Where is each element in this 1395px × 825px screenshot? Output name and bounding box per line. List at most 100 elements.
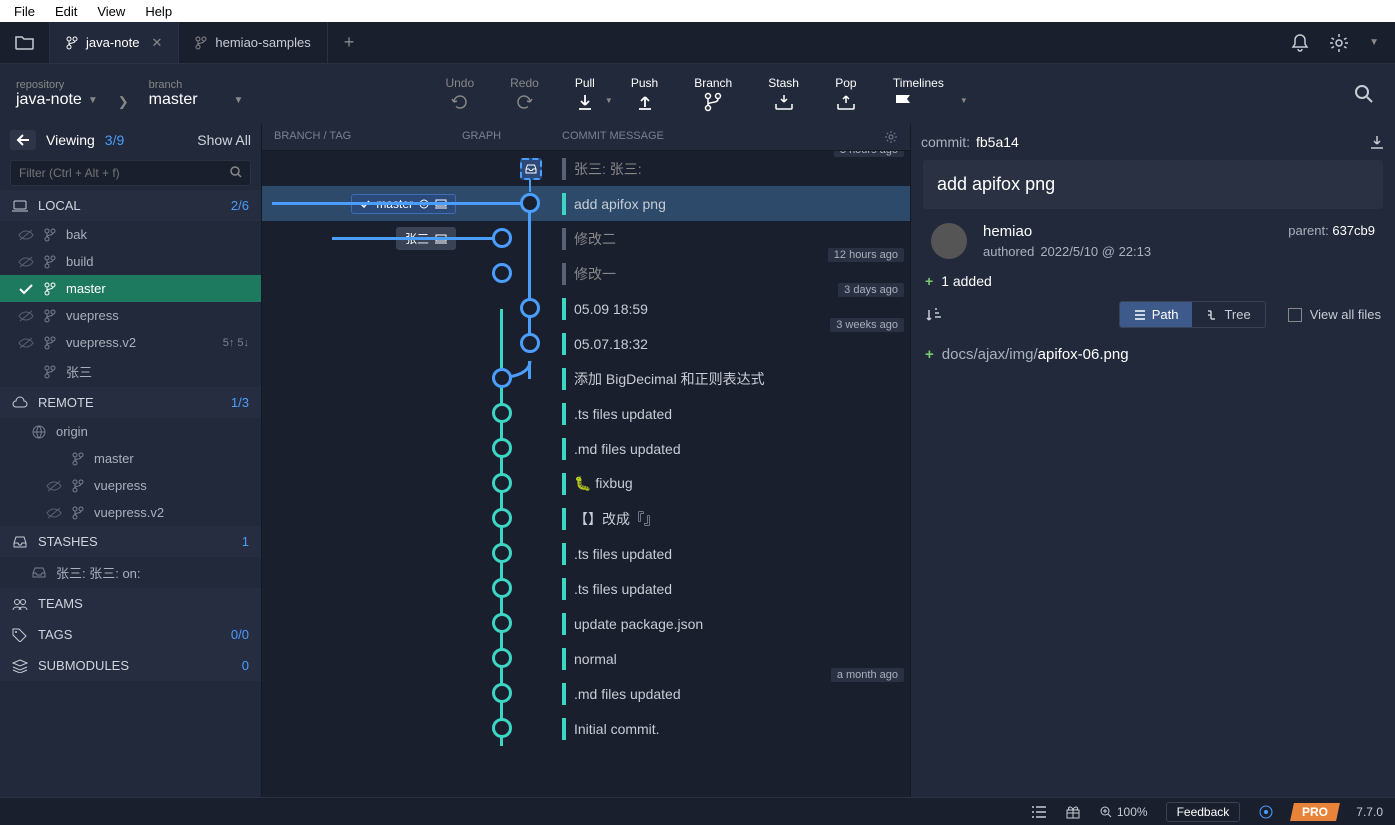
local-branch-item[interactable]: 张三 [0,356,261,387]
toolbar: repository java-note▼ ❯ branch master▼ U… [0,64,1395,124]
settings-button[interactable] [1329,33,1349,53]
sort-button[interactable] [925,307,941,323]
notifications-button[interactable] [1291,33,1309,53]
search-icon [1353,83,1375,105]
commit-message: .ts files updated [574,406,672,422]
chevron-down-icon[interactable]: ▼ [960,96,968,105]
menu-file[interactable]: File [4,2,45,21]
commit-row[interactable]: 05.07.18:32 3 weeks ago [262,326,910,361]
pop-icon [835,92,857,112]
commit-row[interactable]: normal [262,641,910,676]
branch-icon [66,36,78,50]
remote-branch-item[interactable]: vuepress [0,472,261,499]
path-view-button[interactable]: Path [1120,302,1193,327]
remote-branch-item[interactable]: vuepress.v2 [0,499,261,526]
checkbox[interactable] [1288,308,1302,322]
gift-button[interactable] [1065,805,1081,819]
changed-file[interactable]: + docs/ajax/img/apifox-06.png [911,338,1395,371]
branch-icon [72,506,84,520]
commit-row[interactable]: 张三: 张三: 3 hours ago [262,151,910,186]
filter-input[interactable] [10,160,251,186]
branch-icon [44,365,56,379]
local-branch-item[interactable]: build [0,248,261,275]
graph-settings-button[interactable] [884,130,910,144]
stash-item[interactable]: 张三: 张三: on: [0,557,261,588]
branch-button[interactable]: Branch [688,76,738,112]
zoom-level[interactable]: 100% [1099,805,1148,819]
local-branch-item[interactable]: vuepress.v25↑ 5↓ [0,329,261,356]
commit-message: .md files updated [574,441,681,457]
menu-help[interactable]: Help [135,2,182,21]
tree-view-button[interactable]: Tree [1192,302,1264,327]
commit-row[interactable]: .ts files updated [262,571,910,606]
timelines-button[interactable]: Timelines ▼ [887,76,950,112]
feedback-button[interactable]: Feedback [1166,802,1241,822]
tags-section[interactable]: TAGS 0/0 [0,619,261,650]
remote-origin[interactable]: origin [0,418,261,445]
commit-row[interactable]: update package.json [262,606,910,641]
undo-button[interactable]: Undo [439,76,480,112]
tab-label: java-note [86,35,139,50]
view-all-files-toggle[interactable]: View all files [1288,307,1381,322]
teams-section[interactable]: TEAMS [0,588,261,619]
show-all-button[interactable]: Show All [197,132,251,148]
sync-icon[interactable] [1258,804,1274,820]
parent-commit[interactable]: parent: 637cb9 [1288,223,1375,238]
list-icon [1031,805,1047,819]
commit-row[interactable]: 添加 BigDecimal 和正则表达式 [262,361,910,396]
commit-row[interactable]: 【】改成『』 [262,501,910,536]
commit-row[interactable]: 🐛 fixbug [262,466,910,501]
commit-row[interactable]: .ts files updated [262,536,910,571]
commit-row[interactable]: .md files updated [262,431,910,466]
pop-button[interactable]: Pop [829,76,863,112]
commit-row[interactable]: 张三 修改二 [262,221,910,256]
branch-icon [44,336,56,350]
search-button[interactable] [1353,83,1395,105]
eye-off-icon [18,229,34,241]
commit-row[interactable]: Initial commit. [262,711,910,746]
commit-row[interactable]: .md files updated a month ago [262,676,910,711]
menu-dropdown[interactable]: ▼ [1369,37,1379,48]
submodules-section[interactable]: SUBMODULES 0 [0,650,261,681]
eye-off-icon [18,256,34,268]
branch-icon [44,282,56,296]
download-button[interactable] [1369,134,1385,150]
stash-button[interactable]: Stash [762,76,805,112]
list-view-button[interactable] [1031,805,1047,819]
chevron-down-icon[interactable]: ▼ [605,96,613,105]
stashes-section[interactable]: STASHES 1 [0,526,261,557]
menu-view[interactable]: View [87,2,135,21]
local-branch-item[interactable]: bak [0,221,261,248]
commit-time: a month ago [831,668,904,682]
repository-selector[interactable]: repository java-note▼ [0,73,114,115]
branch-selector[interactable]: branch master▼ [133,73,260,115]
chevron-down-icon: ▼ [234,95,244,106]
tab-java-note[interactable]: java-note ✕ [50,22,179,63]
commit-time: 3 hours ago [834,151,904,157]
commit-row[interactable]: 修改一 12 hours ago [262,256,910,291]
commit-row[interactable]: .ts files updated [262,396,910,431]
commit-row[interactable]: 05.09 18:59 3 days ago [262,291,910,326]
pull-button[interactable]: Pull ▼ [569,76,601,112]
local-branch-item[interactable]: vuepress [0,302,261,329]
push-button[interactable]: Push [625,76,664,112]
folder-icon [15,35,35,51]
commit-row[interactable]: master add apifox png [262,186,910,221]
new-tab-button[interactable]: + [328,32,371,53]
commit-message: update package.json [574,616,703,632]
menu-edit[interactable]: Edit [45,2,87,21]
remote-branch-item[interactable]: master [0,445,261,472]
local-section[interactable]: LOCAL 2/6 [0,190,261,221]
commit-message: 【】改成『』 [574,509,658,529]
tab-hemiao-samples[interactable]: hemiao-samples [179,22,327,63]
remote-section[interactable]: REMOTE 1/3 [0,387,261,418]
commit-hash[interactable]: fb5a14 [976,134,1019,150]
inbox-icon [32,567,46,579]
back-button[interactable] [10,130,36,150]
open-repo-button[interactable] [0,22,50,63]
local-branch-item[interactable]: master [0,275,261,302]
branch-icon [44,309,56,323]
close-icon[interactable]: ✕ [151,35,162,51]
redo-button[interactable]: Redo [504,76,545,112]
eye-off-icon [46,480,62,492]
